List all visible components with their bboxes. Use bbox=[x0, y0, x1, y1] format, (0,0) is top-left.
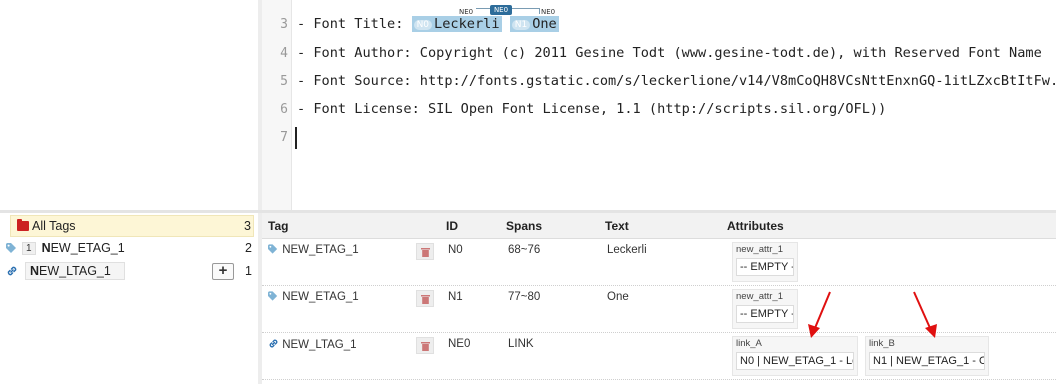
add-link-button[interactable]: + bbox=[212, 262, 234, 280]
line-number: 7 bbox=[280, 130, 288, 145]
table-row[interactable]: NEW_ETAG_1 N0 68~76 Leckerli new_attr_1 … bbox=[262, 240, 1056, 286]
tree-item-label-box: NEW_LTAG_1 bbox=[25, 262, 125, 280]
text-cell: One bbox=[607, 291, 629, 303]
line-number: 5 bbox=[280, 74, 288, 89]
tag-cell: NEW_LTAG_1 bbox=[268, 338, 357, 351]
attribute-box: new_attr_1 -- EMPTY -- bbox=[732, 242, 798, 282]
table-header: Tag ID Spans Text Attributes bbox=[262, 213, 1056, 239]
tree-item-label-bold: N bbox=[41, 241, 51, 255]
attribute-name: link_B bbox=[869, 338, 895, 349]
tree-item-label-bold: N bbox=[30, 264, 40, 278]
trash-icon bbox=[420, 341, 430, 351]
column-header-spans[interactable]: Spans bbox=[506, 219, 542, 233]
link-bracket-left bbox=[476, 8, 490, 9]
link-bracket-tick bbox=[539, 8, 540, 14]
entity-badge: N0 bbox=[413, 20, 433, 30]
spans-cell: 68~76 bbox=[508, 244, 541, 256]
attribute-box-link-a: link_A N0 | NEW_ETAG_1 - Le bbox=[732, 336, 858, 376]
link-label-left: NE0 bbox=[459, 8, 474, 16]
tag-tree-panel: All Tags 3 1 N EW_ETAG_1 2 NEW_LTAG_1 + 1 bbox=[0, 213, 258, 384]
id-cell: NE0 bbox=[448, 338, 471, 350]
spans-cell: 77~80 bbox=[508, 291, 541, 303]
tree-item-label: EW_ETAG_1 bbox=[50, 241, 125, 255]
code-line-6[interactable]: - Font License: SIL Open Font License, 1… bbox=[297, 101, 886, 117]
delete-button[interactable] bbox=[416, 290, 434, 307]
tree-item-label: EW_LTAG_1 bbox=[39, 264, 111, 278]
column-header-tag[interactable]: Tag bbox=[268, 219, 288, 233]
text-editor[interactable]: NE0 NE0 NE0 3 - Font Title: N0 Leckerli N… bbox=[0, 0, 1056, 210]
tree-item-all-tags[interactable]: All Tags 3 bbox=[10, 215, 254, 237]
line-text: - Font Title: bbox=[297, 16, 412, 32]
id-cell: N0 bbox=[448, 244, 463, 256]
tag-name: NEW_ETAG_1 bbox=[282, 291, 359, 303]
link-a-select[interactable]: N0 | NEW_ETAG_1 - Le bbox=[736, 352, 854, 370]
column-header-attributes[interactable]: Attributes bbox=[727, 219, 784, 233]
delete-button[interactable] bbox=[416, 243, 434, 260]
tree-item-label: All Tags bbox=[32, 219, 76, 233]
line-number: 6 bbox=[280, 102, 288, 117]
attribute-value-select[interactable]: -- EMPTY -- bbox=[736, 305, 794, 323]
tree-item-new-etag-1[interactable]: 1 N EW_ETAG_1 2 bbox=[6, 237, 254, 259]
table-row[interactable]: NEW_LTAG_1 NE0 LINK link_A N0 | NEW_ETAG… bbox=[262, 334, 1056, 380]
line-number: 4 bbox=[280, 46, 288, 61]
delete-button[interactable] bbox=[416, 337, 434, 354]
tree-item-count: 1 bbox=[245, 264, 252, 278]
tag-cell: NEW_ETAG_1 bbox=[268, 244, 359, 256]
entity-text: One bbox=[532, 16, 557, 32]
entity-n0[interactable]: N0 Leckerli bbox=[411, 16, 502, 32]
attribute-box-link-b: link_B N1 | NEW_ETAG_1 - On bbox=[865, 336, 989, 376]
attribute-box: new_attr_1 -- EMPTY -- bbox=[732, 289, 798, 329]
id-cell: N1 bbox=[448, 291, 463, 303]
text-caret bbox=[295, 127, 297, 149]
trash-icon bbox=[420, 294, 430, 304]
attribute-name: new_attr_1 bbox=[736, 244, 784, 255]
tag-icon bbox=[268, 291, 278, 301]
tag-icon bbox=[268, 244, 278, 254]
tree-item-count: 3 bbox=[244, 219, 251, 233]
tag-name: NEW_LTAG_1 bbox=[282, 339, 357, 351]
folder-icon bbox=[17, 219, 29, 231]
tag-cell: NEW_ETAG_1 bbox=[268, 291, 359, 303]
code-line-3[interactable]: - Font Title: N0 Leckerli N1 One bbox=[297, 16, 559, 32]
text-cell: Leckerli bbox=[607, 244, 647, 256]
link-label-right: NE0 bbox=[541, 8, 556, 16]
entity-text: Leckerli bbox=[434, 16, 500, 32]
entity-badge: N1 bbox=[511, 20, 531, 30]
line-number: 3 bbox=[280, 17, 288, 32]
table-row[interactable]: NEW_ETAG_1 N1 77~80 One new_attr_1 -- EM… bbox=[262, 287, 1056, 333]
code-line-4[interactable]: - Font Author: Copyright (c) 2011 Gesine… bbox=[297, 45, 1042, 61]
column-header-id[interactable]: ID bbox=[446, 219, 458, 233]
link-bracket-right bbox=[512, 8, 540, 9]
link-b-select[interactable]: N1 | NEW_ETAG_1 - On bbox=[869, 352, 985, 370]
attribute-value-select[interactable]: -- EMPTY -- bbox=[736, 258, 794, 276]
spans-cell: LINK bbox=[508, 338, 534, 350]
tag-name: NEW_ETAG_1 bbox=[282, 244, 359, 256]
entity-n1[interactable]: N1 One bbox=[509, 16, 559, 32]
annotation-table: Tag ID Spans Text Attributes NEW_ETAG_1 … bbox=[262, 213, 1056, 384]
tag-icon bbox=[6, 243, 16, 253]
link-tag-ne0[interactable]: NE0 bbox=[490, 5, 512, 15]
tree-item-count: 2 bbox=[245, 241, 252, 255]
code-line-5[interactable]: - Font Source: http://fonts.gstatic.com/… bbox=[297, 73, 1056, 89]
attribute-name: link_A bbox=[736, 338, 762, 349]
trash-icon bbox=[420, 247, 430, 257]
editor-left-pane bbox=[0, 0, 258, 210]
link-icon bbox=[269, 339, 278, 348]
column-header-text[interactable]: Text bbox=[605, 219, 629, 233]
shortcut-chip: 1 bbox=[22, 241, 36, 255]
link-icon bbox=[7, 266, 17, 276]
tree-item-new-ltag-1[interactable]: NEW_LTAG_1 + 1 bbox=[6, 260, 254, 282]
attribute-name: new_attr_1 bbox=[736, 291, 784, 302]
